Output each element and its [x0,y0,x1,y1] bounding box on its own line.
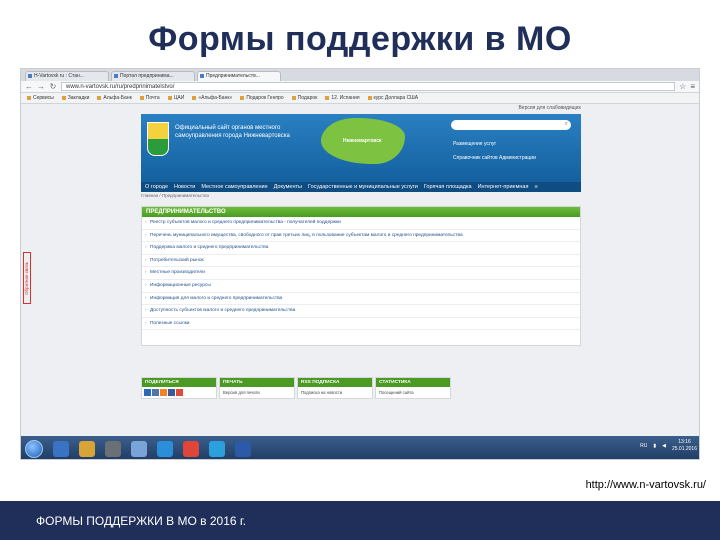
paint-icon[interactable] [131,440,147,457]
list-item[interactable]: Местные производители [142,267,580,280]
start-button[interactable] [25,439,43,458]
list-item[interactable]: Информационные ресурсы [142,280,580,293]
tab-bar: Н-Vartovsk ru : Стан... Портал предприни… [21,69,699,81]
bookmark-item[interactable]: ЦАИ [168,95,185,101]
google-plus-icon[interactable] [176,389,183,396]
url-input[interactable]: www.n-vartovsk.ru/ru/predprinimatelstvo/ [61,82,676,91]
browser-screenshot: Н-Vartovsk ru : Стан... Портал предприни… [20,68,700,460]
site-header: Официальный сайт органов местного самоуп… [141,114,581,182]
slide: Формы поддержки в МО Н-Vartovsk ru : Ста… [0,0,720,540]
slide-footer-text: ФОРМЫ ПОДДЕРЖКИ В МО в 2016 г. [36,514,247,528]
header-link-2[interactable]: Справочник сайтов Администрации [453,155,536,161]
chrome-icon[interactable] [183,440,199,457]
top-strip: Версия для слабовидящих [21,104,699,112]
search-input[interactable]: ⌕ [451,120,571,130]
internet-explorer-icon[interactable] [157,440,173,457]
bookmark-item[interactable]: Альфа-Банк [97,95,131,101]
address-bar: ← → ↻ www.n-vartovsk.ru/ru/predprinimate… [21,81,699,93]
breadcrumb[interactable]: Главная / Предпринимательство [141,193,209,198]
print-link[interactable]: Версия для печати [220,387,294,398]
list-item[interactable]: Полезные ссылки [142,318,580,331]
back-icon[interactable]: ← [25,82,33,91]
bookmark-item[interactable]: Закладки [62,95,90,101]
share-icons [142,387,216,398]
explorer-icon[interactable] [53,440,69,457]
list-item[interactable]: Поддержка малого и среднего предпринимат… [142,242,580,255]
map-label: Нижневартовск [343,138,382,144]
bookmarks-bar: Сервисы Закладки Альфа-Банк Почта ЦАИ «А… [21,93,699,104]
bookmark-item[interactable]: курс Доллара США [368,95,419,101]
nav-item[interactable]: Интернет-приемная [478,184,529,190]
nav-item[interactable]: Местное самоуправление [201,184,267,190]
nav-item[interactable]: Государственные и муниципальные услуги [308,184,418,190]
print-title: ПЕЧАТЬ [220,378,294,387]
nav-item[interactable]: Документы [274,184,302,190]
rss-block: RSS ПОДПИСКА Подписка на новости [297,377,373,399]
search-icon[interactable]: ⌕ [565,121,568,128]
region-map: Нижневартовск [321,118,411,164]
web-page: Версия для слабовидящих Официальный сайт… [21,104,699,436]
stats-title: СТАТИСТИКА [376,378,450,387]
folder-icon[interactable] [79,440,95,457]
bookmark-item[interactable]: Сервисы [27,95,54,101]
feedback-side-tab[interactable]: Обратная связь [23,252,31,304]
volume-icon[interactable]: ◀ [662,443,666,449]
twitter-icon[interactable] [152,389,159,396]
list-item[interactable]: Реестр субъектов малого и среднего предп… [142,217,580,230]
site-brand[interactable]: Официальный сайт органов местного самоуп… [175,124,325,140]
stats-text: Посещений сайта [379,390,414,395]
panel-title: ПРЕДПРИНИМАТЕЛЬСТВО [142,207,580,217]
bookmark-item[interactable]: Подарок [292,95,318,101]
rss-link[interactable]: Подписка на новости [298,387,372,398]
main-nav: О городе Новости Местное самоуправление … [141,182,581,192]
list-item[interactable]: Потребительский рынок [142,255,580,268]
nav-item[interactable]: Горячая площадка [424,184,472,190]
odnoklassniki-icon[interactable] [160,389,167,396]
header-link-1[interactable]: Размещение услуг [453,141,496,147]
bookmark-item[interactable]: «Альфа-Банк» [192,95,232,101]
panel-list: Реестр субъектов малого и среднего предп… [142,217,580,331]
clock-date: 25.01.2016 [671,446,697,452]
nav-menu-icon[interactable]: ≡ [534,184,537,190]
forward-icon[interactable]: → [37,82,45,91]
system-tray: RU ▮ ◀ 13:16 25.01.2016 [640,439,697,453]
clock-time: 13:16 [678,439,691,445]
rss-title: RSS ПОДПИСКА [298,378,372,387]
share-title: ПОДЕЛИТЬСЯ [142,378,216,387]
slide-footer-bar: ФОРМЫ ПОДДЕРЖКИ В МО в 2016 г. [0,501,720,540]
facebook-icon[interactable] [168,389,175,396]
print-block: ПЕЧАТЬ Версия для печати [219,377,295,399]
windows-taskbar: RU ▮ ◀ 13:16 25.01.2016 [21,436,699,459]
list-item[interactable]: Информация для малого и среднего предпри… [142,293,580,306]
stats-block: СТАТИСТИКА Посещений сайта [375,377,451,399]
skype-icon[interactable] [209,440,225,457]
bookmark-item[interactable]: Почта [140,95,160,101]
bookmark-item[interactable]: 12. Испания [325,95,359,101]
nav-item[interactable]: О городе [145,184,168,190]
accessibility-link[interactable]: Версия для слабовидящих [518,105,581,111]
reload-icon[interactable]: ↻ [49,82,57,91]
browser-tab-3[interactable]: Предпринимательств... [197,71,281,81]
slide-title: Формы поддержки в МО [148,20,572,58]
city-emblem-icon[interactable] [147,122,169,156]
list-item[interactable]: Перечень муниципального имущества, свобо… [142,230,580,243]
menu-icon[interactable]: ≡ [690,82,695,91]
network-icon[interactable]: ▮ [653,443,656,449]
word-icon[interactable] [235,440,251,457]
source-url-caption: http://www.n-vartovsk.ru/ [585,479,706,491]
browser-tab-2[interactable]: Портал предпринима... [111,71,195,81]
page-footer: ПОДЕЛИТЬСЯ ПЕЧАТЬ Версия для печати RSS … [141,377,451,399]
media-player-icon[interactable] [105,440,121,457]
vk-icon[interactable] [144,389,151,396]
clock[interactable]: 13:16 25.01.2016 [672,439,697,453]
browser-tab-1[interactable]: Н-Vartovsk ru : Стан... [25,71,109,81]
nav-item[interactable]: Новости [174,184,195,190]
bookmark-item[interactable]: Подарок Генпро [240,95,283,101]
entrepreneurship-panel: ПРЕДПРИНИМАТЕЛЬСТВО Реестр субъектов мал… [141,206,581,346]
share-block: ПОДЕЛИТЬСЯ [141,377,217,399]
list-item[interactable]: Доступность субъектов малого и среднего … [142,305,580,318]
language-indicator[interactable]: RU [640,443,647,449]
star-icon[interactable]: ☆ [679,82,686,91]
